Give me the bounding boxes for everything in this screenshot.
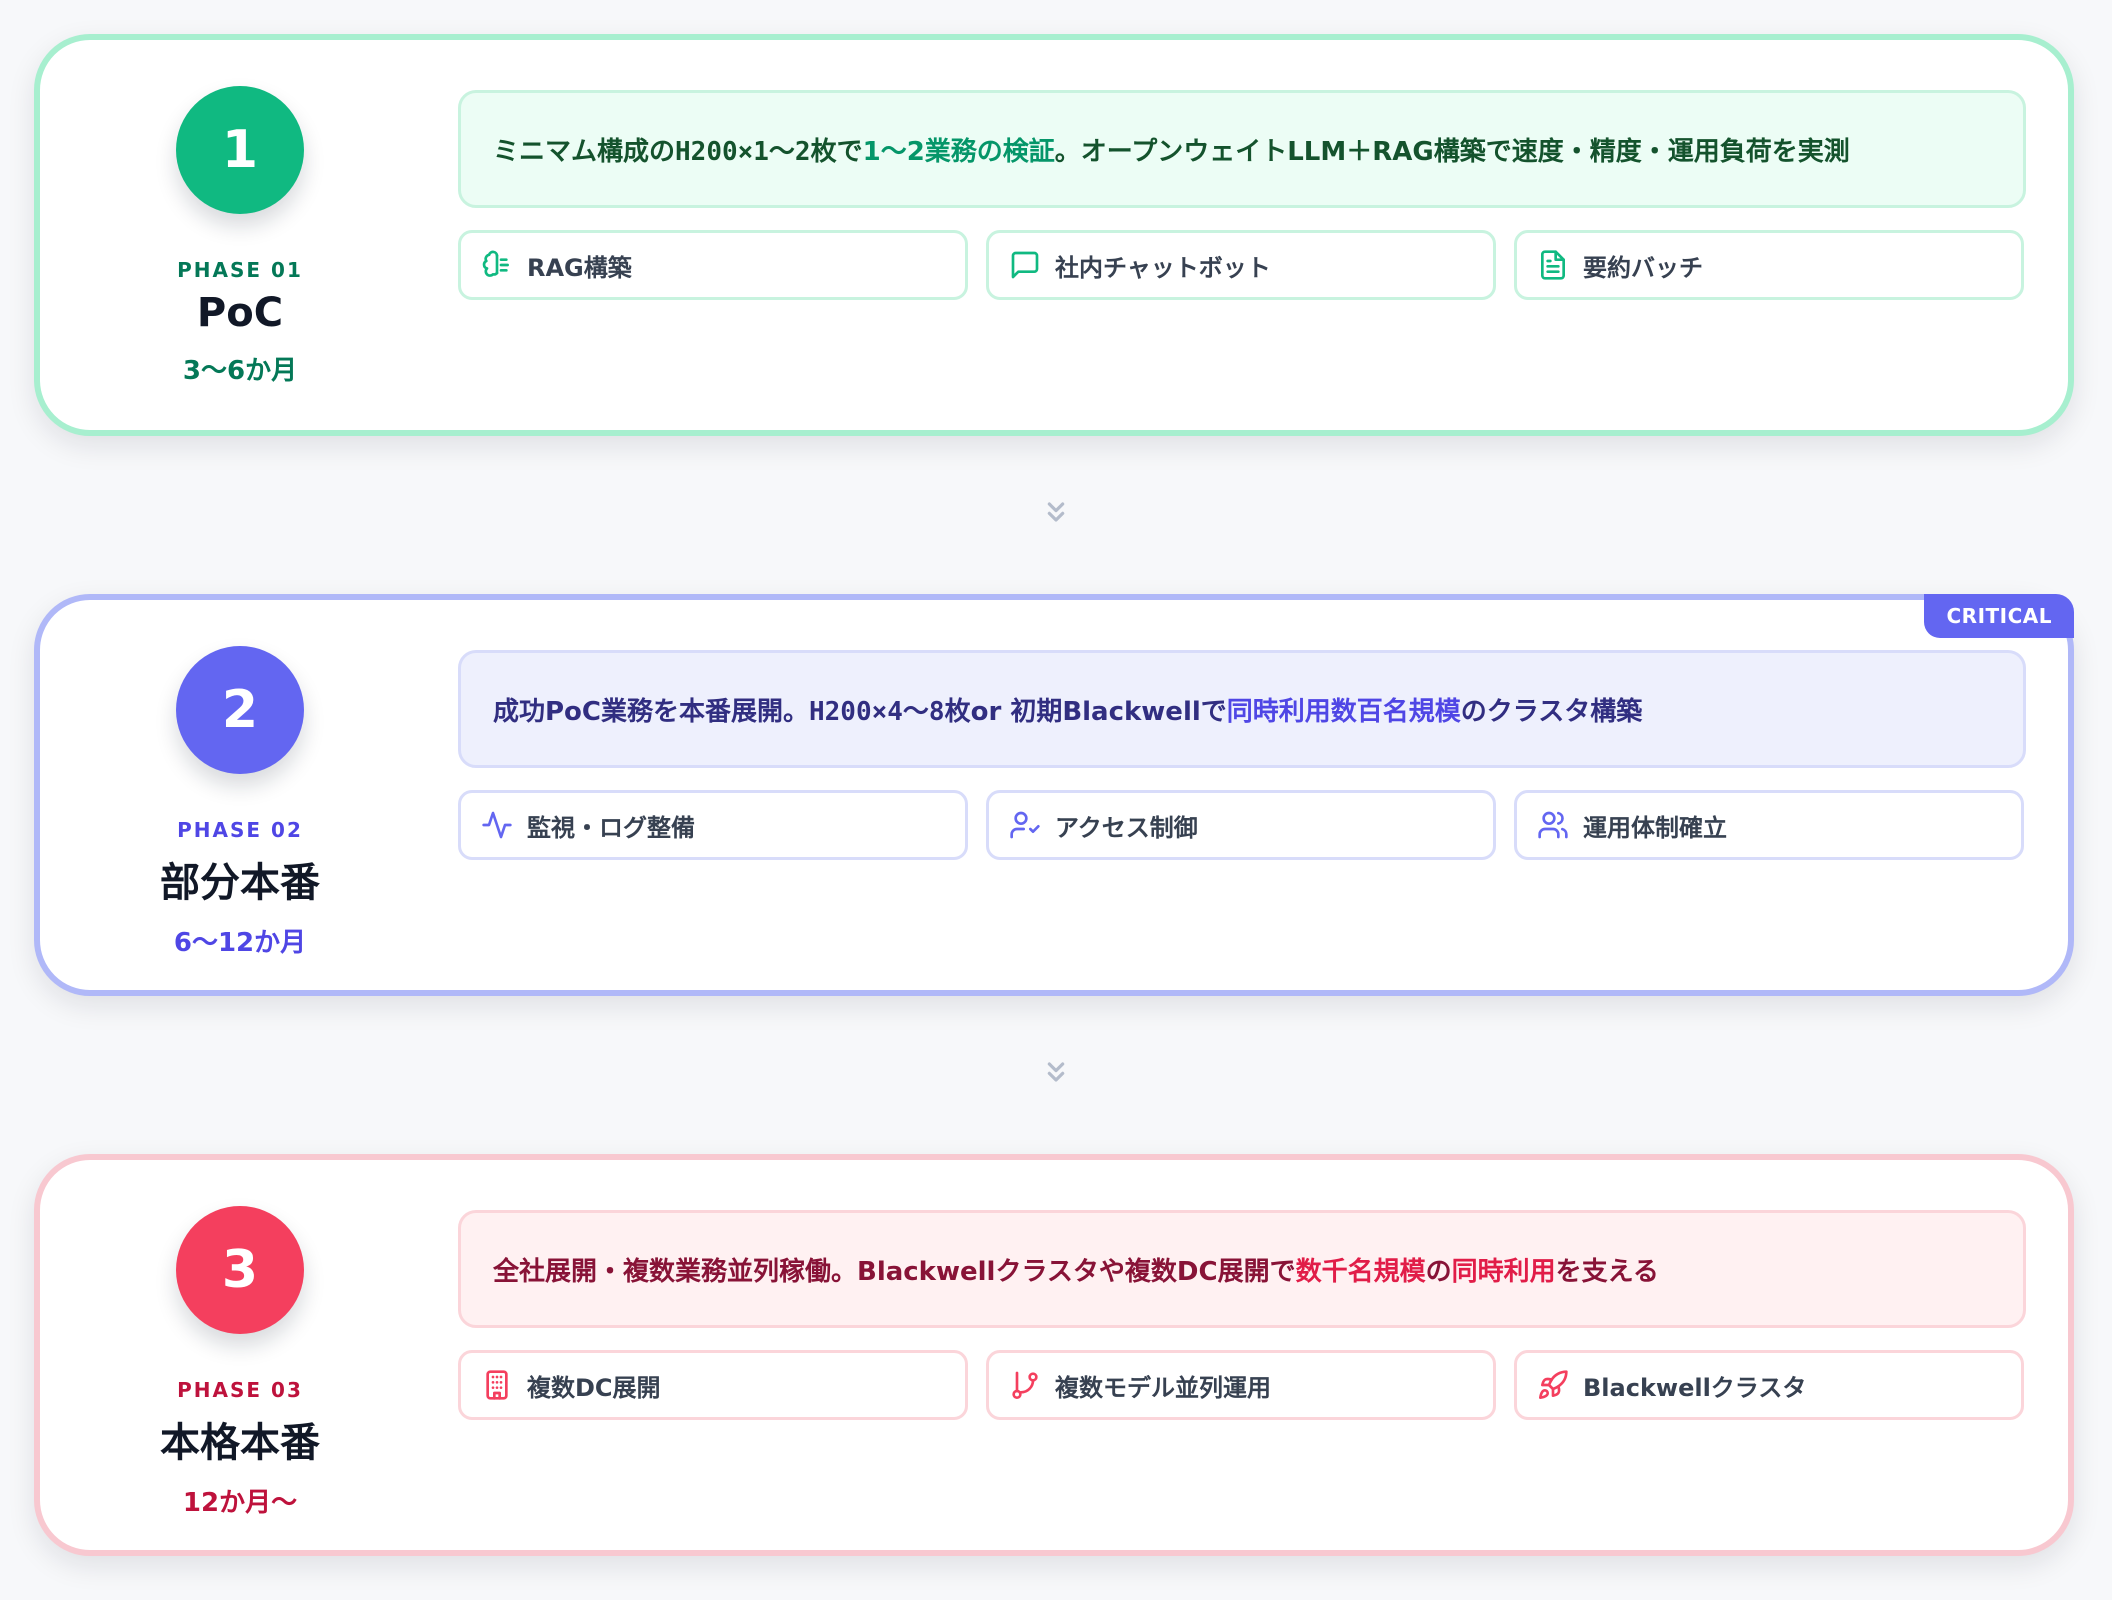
desc-spec: H200×4〜8枚 — [809, 696, 971, 727]
tag-label: 複数モデル並列運用 — [1055, 1373, 1271, 1402]
phase-card-partial-production: CRITICAL 2 PHASE 02 部分本番 6〜12か月 成功PoC業務を… — [34, 594, 2074, 996]
tag-label: Blackwellクラスタ — [1583, 1373, 1807, 1402]
tag-access-control: アクセス制御 — [986, 790, 1496, 860]
phase-description: 成功PoC業務を本番展開。 H200×4〜8枚 or 初期Blackwellで 同時… — [458, 650, 2026, 768]
phase-header: 1 PHASE 01 PoC 3〜6か月 — [120, 86, 360, 387]
tag-chatbot: 社内チャットボット — [986, 230, 1496, 300]
phase-duration: 3〜6か月 — [182, 356, 298, 386]
phase-name: PoC — [196, 290, 284, 336]
tag-list: 複数DC展開 複数モデル並列運用 Blackwellクラスタ — [458, 1350, 2024, 1420]
chevrons-down-icon — [1040, 496, 1072, 528]
desc-highlight: 数千名規模 — [1295, 1256, 1426, 1287]
desc-text: のクラスタ構築 — [1460, 696, 1643, 727]
tag-label: 運用体制確立 — [1583, 813, 1727, 842]
phase-label: PHASE 02 — [177, 818, 303, 842]
phase-header: 2 PHASE 02 部分本番 6〜12か月 — [120, 646, 360, 959]
chat-icon — [1009, 249, 1041, 281]
desc-text: で — [836, 136, 863, 167]
tag-label: 要約バッチ — [1583, 253, 1703, 282]
tag-multi-model: 複数モデル並列運用 — [986, 1350, 1496, 1420]
document-icon — [1537, 249, 1569, 281]
git-branch-icon — [1009, 1369, 1041, 1401]
phase-label: PHASE 03 — [177, 1378, 303, 1402]
desc-text: 全社展開・複数業務並列稼働。Blackwellクラスタや複数DC展開で — [493, 1256, 1296, 1287]
tag-label: RAG構築 — [527, 253, 632, 282]
phase-header: 3 PHASE 03 本格本番 12か月〜 — [120, 1206, 360, 1519]
desc-highlight: 同時利用 — [1451, 1256, 1556, 1287]
desc-text: を支える — [1555, 1256, 1659, 1287]
phase-name: 部分本番 — [160, 860, 320, 906]
activity-icon — [481, 809, 513, 841]
tag-label: アクセス制御 — [1055, 813, 1198, 842]
phase-card-full-production: 3 PHASE 03 本格本番 12か月〜 全社展開・複数業務並列稼働。Blac… — [34, 1154, 2074, 1556]
tag-operations: 運用体制確立 — [1514, 790, 2024, 860]
phase-card-poc: 1 PHASE 01 PoC 3〜6か月 ミニマム構成の H200×1〜2枚 で… — [34, 34, 2074, 436]
tag-list: 監視・ログ整備 アクセス制御 運用体制確立 — [458, 790, 2024, 860]
phase-label: PHASE 01 — [177, 258, 303, 282]
user-check-icon — [1009, 809, 1041, 841]
phase-number-badge: 3 — [176, 1206, 304, 1334]
tag-summary-batch: 要約バッチ — [1514, 230, 2024, 300]
tag-multi-dc: 複数DC展開 — [458, 1350, 968, 1420]
tag-label: 監視・ログ整備 — [527, 813, 695, 842]
phase-number-badge: 1 — [176, 86, 304, 214]
phase-number-badge: 2 — [176, 646, 304, 774]
phase-description: 全社展開・複数業務並列稼働。Blackwellクラスタや複数DC展開で 数千名規模… — [458, 1210, 2026, 1328]
critical-badge: CRITICAL — [1924, 594, 2074, 638]
phase-duration: 6〜12か月 — [173, 928, 307, 958]
tag-rag: RAG構築 — [458, 230, 968, 300]
phase-description: ミニマム構成の H200×1〜2枚 で 1〜2業務の検証 。オープンウェイトLLM… — [458, 90, 2026, 208]
tag-label: 社内チャットボット — [1055, 253, 1271, 282]
tag-monitoring: 監視・ログ整備 — [458, 790, 968, 860]
brain-icon — [481, 249, 513, 281]
desc-text: ミニマム構成の — [493, 136, 676, 167]
chevrons-down-icon — [1040, 1056, 1072, 1088]
building-icon — [481, 1369, 513, 1401]
rocket-icon — [1537, 1369, 1569, 1401]
desc-text: or 初期Blackwellで — [970, 696, 1227, 727]
desc-highlight: 1〜2業務の検証 — [862, 136, 1055, 167]
users-icon — [1537, 809, 1569, 841]
phase-duration: 12か月〜 — [182, 1488, 298, 1518]
desc-text: の — [1425, 1256, 1452, 1287]
desc-text: 成功PoC業務を本番展開。 — [493, 696, 809, 727]
desc-text: 。オープンウェイトLLM＋RAG構築で速度・精度・運用負荷を実測 — [1054, 136, 1850, 167]
desc-spec: H200×1〜2枚 — [675, 136, 837, 167]
desc-highlight: 同時利用数百名規模 — [1226, 696, 1461, 727]
tag-blackwell-cluster: Blackwellクラスタ — [1514, 1350, 2024, 1420]
tag-list: RAG構築 社内チャットボット 要約バッチ — [458, 230, 2024, 300]
phase-name: 本格本番 — [160, 1420, 320, 1466]
tag-label: 複数DC展開 — [527, 1373, 661, 1402]
